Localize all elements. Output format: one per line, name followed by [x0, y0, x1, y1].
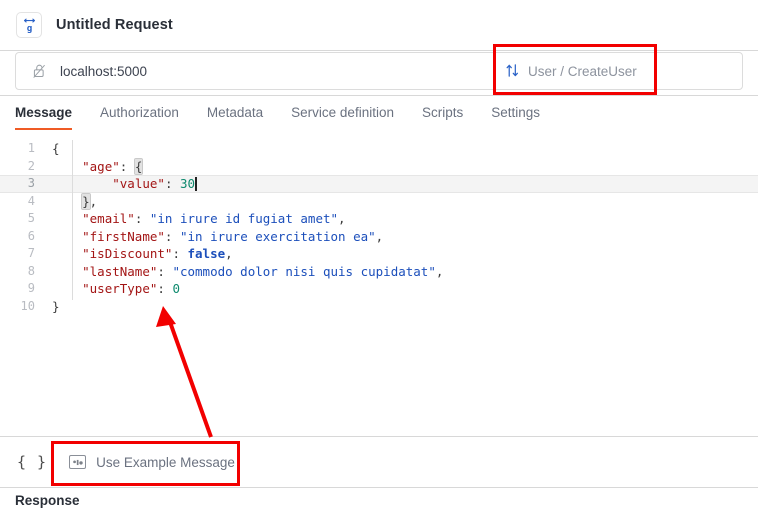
json-message-editor[interactable]: 1{2 "age": {3 "value": 30 4 }, 5 "email": …: [0, 140, 758, 436]
line-number: 7: [27, 246, 35, 260]
line-number: 10: [20, 298, 35, 313]
text-cursor: [195, 177, 197, 191]
line-number: 1: [27, 141, 35, 155]
grpc-client-window: g Untitled Request localhost:5000 User /…: [0, 0, 758, 515]
method-selector[interactable]: User / CreateUser: [505, 58, 637, 84]
tab-authorization[interactable]: Authorization: [100, 96, 193, 130]
code-line[interactable]: 5 "email": "in irure id fugiat amet",: [0, 210, 758, 228]
svg-text:g: g: [26, 23, 32, 34]
tab-scripts[interactable]: Scripts: [422, 96, 477, 130]
tab-active-underline: [15, 127, 73, 130]
tab-settings[interactable]: Settings: [491, 96, 554, 130]
code-text[interactable]: "firstName": "in irure exercitation ea",: [44, 228, 758, 246]
grpc-icon: g: [16, 12, 42, 38]
line-number: 8: [27, 263, 35, 278]
line-number: 5: [27, 211, 35, 225]
use-example-message-button[interactable]: Use Example Message: [69, 455, 235, 470]
indent-guide: [72, 140, 73, 300]
line-number: 6: [27, 228, 35, 243]
tab-metadata-label: Metadata: [206, 105, 264, 120]
code-line[interactable]: 6 "firstName": "in irure exercitation ea…: [0, 228, 758, 246]
url-value: localhost:5000: [60, 63, 148, 79]
code-text[interactable]: "value": 30: [44, 175, 758, 193]
tab-message-label: Message: [15, 105, 73, 120]
code-text[interactable]: "userType": 0: [44, 280, 758, 298]
divider-above-response: [0, 487, 758, 488]
tab-authorization-label: Authorization: [100, 105, 179, 120]
line-number: 9: [27, 281, 35, 295]
line-number: 2: [27, 158, 35, 173]
title-bar: g Untitled Request: [0, 0, 758, 50]
tab-bar: Message Authorization Metadata Service d…: [0, 96, 758, 131]
code-text[interactable]: {: [44, 140, 758, 158]
code-line[interactable]: 3 "value": 30: [0, 175, 758, 193]
bidirectional-arrows-svg: [506, 63, 518, 77]
code-text[interactable]: },: [44, 192, 758, 211]
code-line[interactable]: 1{: [0, 140, 758, 158]
use-example-message-label: Use Example Message: [96, 454, 235, 470]
example-message-icon: [69, 455, 87, 469]
response-heading: Response: [15, 493, 80, 508]
line-number: 3: [27, 176, 35, 190]
method-label: User / CreateUser: [528, 63, 637, 79]
tab-metadata[interactable]: Metadata: [207, 96, 277, 130]
example-message-icon-svg: [72, 459, 83, 465]
code-lines-container[interactable]: 1{2 "age": {3 "value": 30 4 }, 5 "email": …: [0, 140, 758, 315]
code-line[interactable]: 9 "userType": 0: [0, 280, 758, 298]
curly-braces-icon[interactable]: { }: [17, 453, 47, 471]
tab-service-definition[interactable]: Service definition: [291, 96, 408, 130]
grpc-logo-svg: g: [23, 18, 35, 34]
unlocked-padlock-svg: [33, 64, 45, 78]
editor-bottom-bar: { } Use Example Message: [0, 437, 758, 487]
code-line[interactable]: 10}: [0, 298, 758, 316]
line-number: 4: [27, 193, 35, 208]
code-text[interactable]: "email": "in irure id fugiat amet",: [44, 210, 758, 228]
code-line[interactable]: 4 },: [0, 192, 758, 211]
code-line[interactable]: 8 "lastName": "commodo dolor nisi quis c…: [0, 263, 758, 281]
tab-message[interactable]: Message: [15, 96, 86, 130]
tab-service-definition-label: Service definition: [291, 105, 394, 120]
code-text[interactable]: "age": {: [44, 157, 758, 176]
code-line[interactable]: 2 "age": {: [0, 157, 758, 176]
unlocked-padlock-icon[interactable]: [32, 63, 47, 79]
code-text[interactable]: "lastName": "commodo dolor nisi quis cup…: [44, 263, 758, 281]
bidirectional-arrows-icon: [505, 63, 520, 80]
code-text[interactable]: "isDiscount": false,: [44, 245, 758, 263]
tab-scripts-label: Scripts: [421, 105, 464, 120]
tab-settings-label: Settings: [491, 105, 541, 120]
code-text[interactable]: }: [44, 298, 758, 316]
code-line[interactable]: 7 "isDiscount": false,: [0, 245, 758, 263]
request-title: Untitled Request: [56, 17, 173, 33]
